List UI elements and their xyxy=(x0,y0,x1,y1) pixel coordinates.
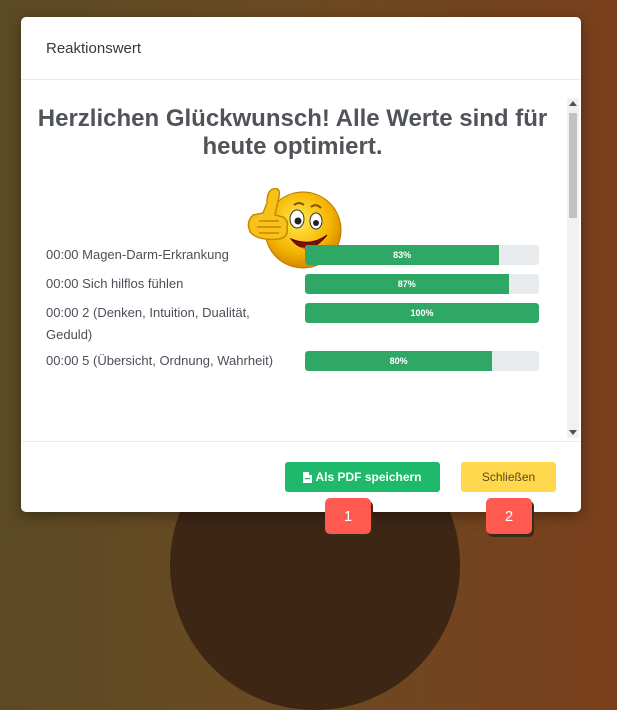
progress-text: 100% xyxy=(410,308,434,318)
progress-bar: 83% xyxy=(305,245,539,265)
close-button[interactable]: Schließen xyxy=(461,462,556,492)
modal-title: Reaktionswert xyxy=(46,39,142,57)
result-label: 00:00 2 (Denken, Intuition, Dualität, Ge… xyxy=(46,305,250,342)
result-label: 00:00 5 (Übersicht, Ordnung, Wahrheit) xyxy=(46,353,274,368)
progress-fill: 83% xyxy=(305,245,500,265)
progress-bar: 100% xyxy=(305,303,539,323)
result-label: 00:00 Magen-Darm-Erkrankung xyxy=(46,247,229,262)
reaction-value-modal: Reaktionswert Herzlichen Glückwunsch! Al… xyxy=(21,17,581,512)
file-pdf-icon xyxy=(303,471,313,483)
modal-header: Reaktionswert xyxy=(21,17,581,80)
result-label: 00:00 Sich hilflos fühlen xyxy=(46,276,184,291)
progress-text: 87% xyxy=(397,279,416,289)
progress-bar: 80% xyxy=(305,351,539,371)
progress-bar: 87% xyxy=(305,274,539,294)
save-pdf-label: Als PDF speichern xyxy=(315,470,422,484)
scroll-up-icon[interactable] xyxy=(569,101,577,106)
annotation-marker-2: 2 xyxy=(486,498,532,534)
progress-text: 80% xyxy=(389,356,408,366)
success-headline: Herzlichen Glückwunsch! Alle Werte sind … xyxy=(37,105,548,160)
save-pdf-button[interactable]: Als PDF speichern xyxy=(285,462,440,492)
scroll-down-icon[interactable] xyxy=(569,430,577,435)
scrollbar-thumb[interactable] xyxy=(569,113,577,218)
modal-body[interactable]: Herzlichen Glückwunsch! Alle Werte sind … xyxy=(21,80,581,441)
progress-fill: 87% xyxy=(305,274,509,294)
progress-fill: 100% xyxy=(305,303,539,323)
vertical-scrollbar[interactable] xyxy=(567,98,579,438)
annotation-marker-1: 1 xyxy=(325,498,371,534)
progress-text: 83% xyxy=(393,250,412,260)
progress-fill: 80% xyxy=(305,351,493,371)
